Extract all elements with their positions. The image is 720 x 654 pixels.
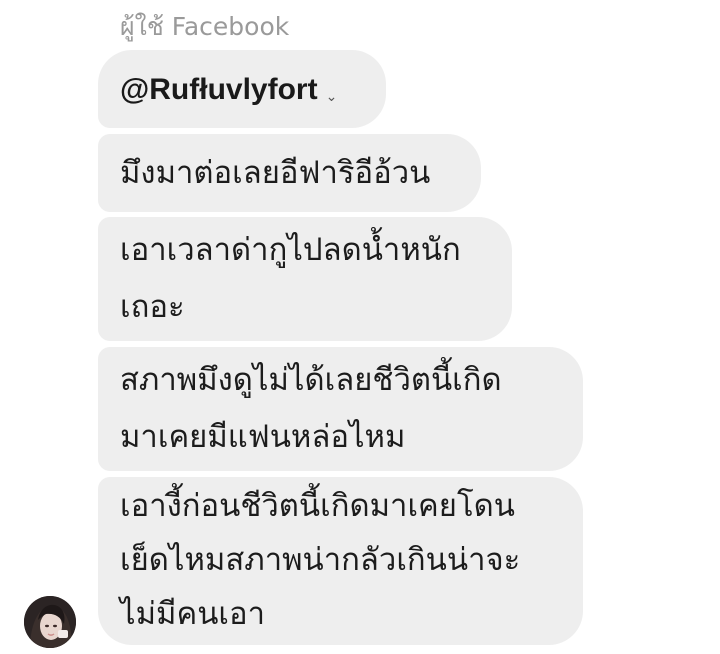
message-text: เย็ดไหมสภาพน่ากลัวเกินน่าจะ (120, 542, 521, 578)
message-text: ไม่มีคนเอา (120, 596, 266, 632)
message-text: สภาพมึงดูไม่ได้เลยชีวิตนี้เกิด (120, 362, 502, 398)
message-text: เอางี้ก่อนชีวิตนี้เกิดมาเคยโดน (120, 488, 515, 524)
sender-name: ผู้ใช้ Facebook (120, 12, 290, 41)
message-text: เถอะ (120, 289, 185, 325)
message-text: เอาเวลาด่ากูไปลดน้ำหนัก (120, 232, 461, 268)
message-bubble-mention[interactable]: @Rufłuvlyfort ⌄ (98, 50, 386, 128)
message-bubble[interactable]: เอาเวลาด่ากูไปลดน้ำหนัก เถอะ (98, 217, 512, 341)
message-bubble[interactable]: สภาพมึงดูไม่ได้เลยชีวิตนี้เกิด มาเคยมีแฟ… (98, 347, 583, 471)
mention-indicator-icon: ⌄ (325, 89, 338, 105)
message-bubble[interactable]: เอางี้ก่อนชีวิตนี้เกิดมาเคยโดน เย็ดไหมสภ… (98, 477, 583, 645)
message-bubble[interactable]: มึงมาต่อเลยอีฟาริอีอ้วน (98, 134, 481, 212)
avatar[interactable] (24, 596, 76, 648)
profile-photo-icon (24, 596, 76, 648)
message-text: มึงมาต่อเลยอีฟาริอีอ้วน (120, 155, 431, 191)
message-text: มาเคยมีแฟนหล่อไหม (120, 419, 406, 455)
mention-link[interactable]: @Rufłuvlyfort (120, 73, 318, 106)
